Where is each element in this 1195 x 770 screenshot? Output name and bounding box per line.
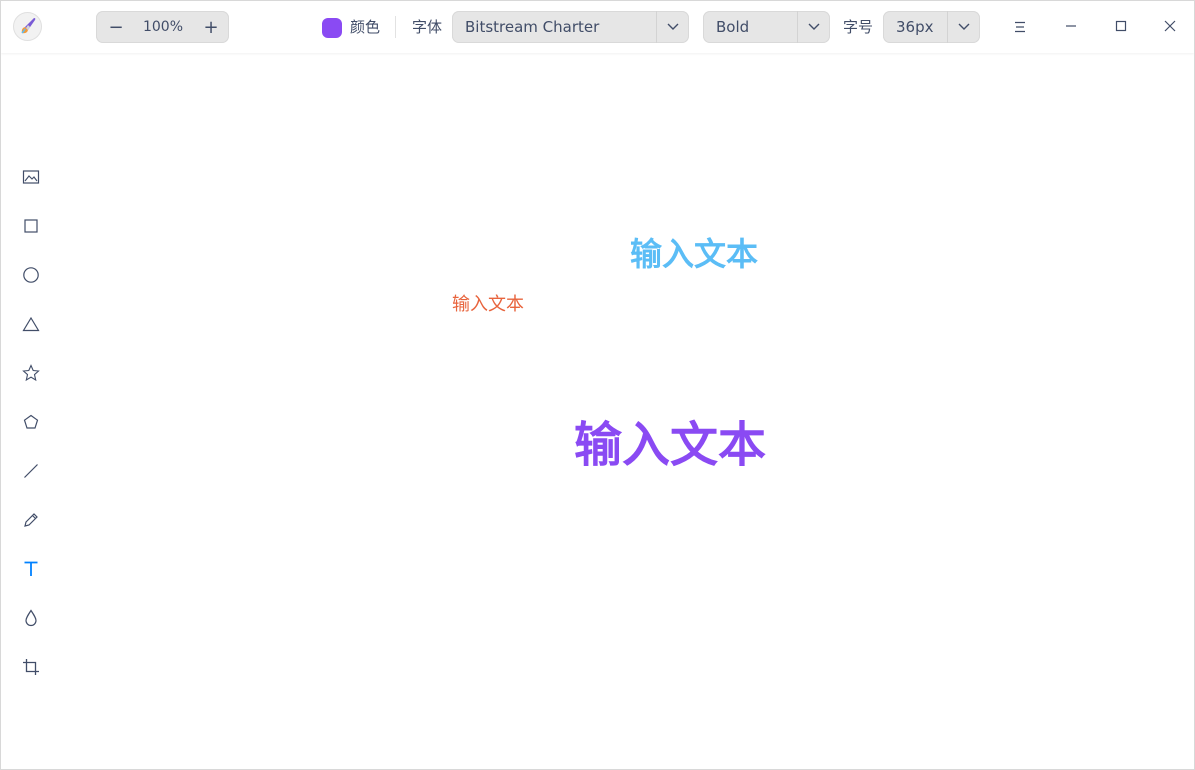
polygon-icon <box>23 414 39 434</box>
font-family-select[interactable]: Bitstream Charter <box>452 11 689 43</box>
image-icon <box>22 169 40 189</box>
chevron-down-icon[interactable] <box>656 11 689 43</box>
crop-tool-button[interactable] <box>15 653 47 685</box>
zoom-control: − 100% + <box>96 11 229 43</box>
zoom-out-button[interactable]: − <box>98 11 134 43</box>
toolbar-divider <box>395 16 396 38</box>
app-logo-icon <box>13 12 42 41</box>
color-swatch-button[interactable] <box>322 18 342 38</box>
zoom-value: 100% <box>142 19 184 35</box>
line-tool-button[interactable] <box>15 457 47 489</box>
close-icon <box>1163 18 1177 37</box>
polygon-tool-button[interactable] <box>15 408 47 440</box>
menu-button[interactable] <box>1004 11 1036 43</box>
pencil-icon <box>23 512 39 532</box>
app-window: − 100% + 颜色 字体 Bitstream Charter Bold 字号… <box>0 0 1195 770</box>
drawing-canvas[interactable]: 输入文本 输入文本 输入文本 <box>61 53 1194 769</box>
titlebar: − 100% + 颜色 字体 Bitstream Charter Bold 字号… <box>1 1 1194 53</box>
minimize-button[interactable] <box>1055 11 1087 43</box>
rectangle-tool-button[interactable] <box>15 212 47 244</box>
image-tool-button[interactable] <box>15 163 47 195</box>
triangle-tool-button[interactable] <box>15 310 47 342</box>
ellipse-icon <box>22 266 40 288</box>
font-size-value: 36px <box>896 18 934 36</box>
minimize-icon <box>1064 18 1078 37</box>
font-size-select[interactable]: 36px <box>883 11 980 43</box>
font-family-value: Bitstream Charter <box>465 18 600 36</box>
menu-icon <box>1013 18 1027 37</box>
blur-tool-button[interactable] <box>15 604 47 636</box>
zoom-in-button[interactable]: + <box>193 11 229 43</box>
star-tool-button[interactable] <box>15 359 47 391</box>
tool-sidebar <box>1 53 61 769</box>
font-weight-value: Bold <box>716 18 750 36</box>
line-icon <box>23 463 39 483</box>
star-icon <box>22 364 40 386</box>
font-weight-select[interactable]: Bold <box>703 11 830 43</box>
chevron-down-icon[interactable] <box>947 11 980 43</box>
pencil-tool-button[interactable] <box>15 506 47 538</box>
maximize-icon <box>1114 18 1128 37</box>
close-button[interactable] <box>1154 11 1186 43</box>
ellipse-tool-button[interactable] <box>15 261 47 293</box>
font-size-label: 字号 <box>843 18 874 36</box>
triangle-icon <box>22 316 40 336</box>
canvas-text-item[interactable]: 输入文本 <box>574 405 766 475</box>
font-label: 字体 <box>412 18 443 36</box>
text-icon <box>22 560 40 582</box>
canvas-text-item[interactable]: 输入文本 <box>452 290 524 316</box>
crop-icon <box>22 658 40 680</box>
text-tool-button[interactable] <box>15 555 47 587</box>
maximize-button[interactable] <box>1105 11 1137 43</box>
blur-icon <box>24 609 38 631</box>
rectangle-icon <box>23 218 39 238</box>
canvas-text-item[interactable]: 输入文本 <box>630 229 758 275</box>
color-label[interactable]: 颜色 <box>350 16 380 38</box>
chevron-down-icon[interactable] <box>797 11 830 43</box>
